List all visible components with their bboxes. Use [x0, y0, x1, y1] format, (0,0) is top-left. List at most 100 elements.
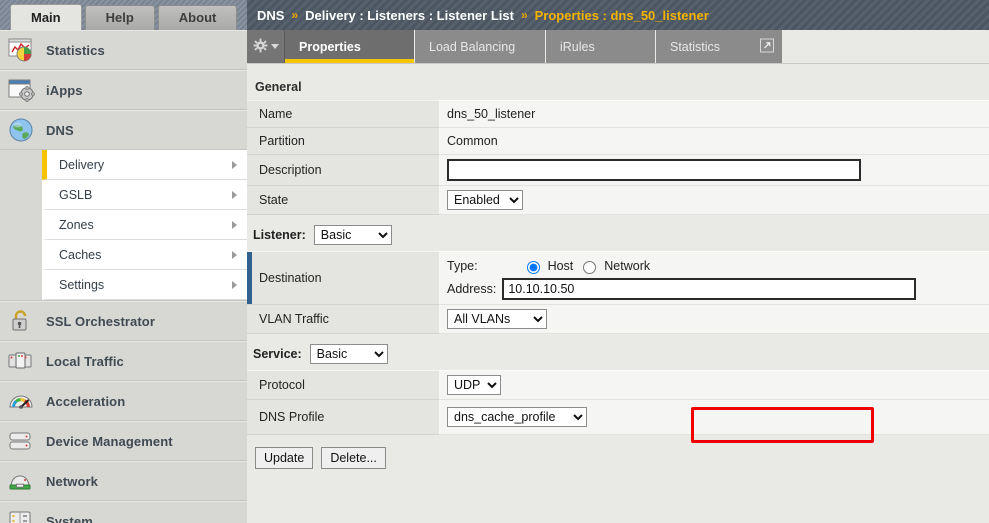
sidebar-item-label: Acceleration: [46, 394, 125, 409]
dns-profile-select[interactable]: dns_cache_profile: [447, 407, 587, 427]
row-label: Description: [247, 155, 439, 186]
sidebar-item-label: Device Management: [46, 434, 173, 449]
vlan-traffic-select[interactable]: All VLANs: [447, 309, 547, 329]
sidebar-item-local-traffic[interactable]: Local Traffic: [0, 341, 247, 381]
sidebar-item-statistics[interactable]: Statistics: [0, 30, 247, 70]
network-device-icon: [8, 468, 38, 494]
sidebar-item-acceleration[interactable]: Acceleration: [0, 381, 247, 421]
state-select[interactable]: Enabled: [447, 190, 523, 210]
service-mode-row: Service: Basic: [247, 334, 989, 370]
sidebar-item-label: Local Traffic: [46, 354, 124, 369]
row-label-text: Destination: [259, 271, 322, 285]
chevron-right-icon: [232, 191, 237, 199]
submenu-item-label: GSLB: [59, 188, 92, 202]
service-mode-select[interactable]: Basic: [310, 344, 388, 364]
tab-irules[interactable]: iRules: [546, 30, 656, 63]
action-button-row: Update Delete...: [247, 435, 989, 469]
tab-label: Properties: [299, 40, 361, 54]
destination-type-label: Type:: [447, 259, 478, 273]
submenu-item-caches[interactable]: Caches: [42, 240, 247, 270]
breadcrumb-root[interactable]: DNS: [257, 8, 284, 23]
tab-menu-gear-button[interactable]: [247, 30, 285, 63]
sidebar-item-device-management[interactable]: Device Management: [0, 421, 247, 461]
submenu-item-label: Zones: [59, 218, 94, 232]
table-row: Destination Type: Host Network Address: [247, 252, 989, 305]
description-input[interactable]: [447, 159, 861, 181]
breadcrumb-middle[interactable]: Delivery : Listeners : Listener List: [305, 8, 514, 23]
table-row: Description: [247, 155, 989, 186]
general-table: Name dns_50_listener Partition Common De…: [247, 100, 989, 215]
tab-label: iRules: [560, 40, 595, 54]
listener-table: Destination Type: Host Network Address: [247, 251, 989, 334]
servers-icon: [8, 348, 38, 374]
window-tab-main[interactable]: Main: [10, 4, 82, 30]
row-label: Name: [247, 101, 439, 128]
row-accent-bar: [247, 252, 252, 304]
protocol-select[interactable]: UDP: [447, 375, 501, 395]
service-table: Protocol UDP DNS Profile dns_cache_profi…: [247, 370, 989, 435]
chevron-right-icon: [232, 221, 237, 229]
destination-type-network-label: Network: [604, 259, 650, 273]
listener-mode-select[interactable]: Basic: [314, 225, 392, 245]
stacked-server-icon: [8, 428, 38, 454]
row-label: Protocol: [247, 371, 439, 400]
system-panel-icon: [8, 508, 38, 523]
row-value-name: dns_50_listener: [439, 101, 989, 128]
sidebar-item-network[interactable]: Network: [0, 461, 247, 501]
listener-mode-label: Listener:: [253, 228, 306, 242]
destination-type-host-radio[interactable]: [527, 261, 540, 274]
sidebar-item-label: SSL Orchestrator: [46, 314, 155, 329]
tab-statistics[interactable]: Statistics: [656, 30, 783, 63]
sidebar-item-ssl-orchestrator[interactable]: SSL Orchestrator: [0, 301, 247, 341]
content-tab-bar: Properties Load Balancing iRules Statist…: [247, 30, 989, 64]
window-tab-help[interactable]: Help: [85, 5, 155, 30]
tab-load-balancing[interactable]: Load Balancing: [415, 30, 546, 63]
destination-type-network-radio[interactable]: [583, 261, 596, 274]
window-tab-about[interactable]: About: [158, 5, 238, 30]
submenu-item-zones[interactable]: Zones: [42, 210, 247, 240]
submenu-item-settings[interactable]: Settings: [42, 270, 247, 300]
main-panel: DNS » Delivery : Listeners : Listener Li…: [247, 0, 989, 523]
sidebar-nav: Statistics iApps: [0, 30, 247, 523]
submenu-item-delivery[interactable]: Delivery: [42, 150, 247, 180]
statistics-chart-icon: [8, 37, 38, 63]
row-value-partition: Common: [439, 128, 989, 155]
table-row: DNS Profile dns_cache_profile: [247, 400, 989, 435]
delete-button[interactable]: Delete...: [321, 447, 386, 469]
tab-label: Statistics: [670, 40, 720, 54]
external-link-icon[interactable]: [760, 38, 774, 55]
row-value-destination: Type: Host Network Address:: [439, 252, 989, 305]
destination-address-row: Address:: [447, 275, 989, 300]
properties-content: General Name dns_50_listener Partition C…: [247, 64, 989, 523]
table-row: Protocol UDP: [247, 371, 989, 400]
gear-icon: [253, 38, 268, 56]
tab-label: Load Balancing: [429, 40, 515, 54]
general-section-title: General: [247, 64, 989, 100]
padlock-icon: [8, 308, 38, 334]
table-row: State Enabled: [247, 186, 989, 215]
sidebar-item-iapps[interactable]: iApps: [0, 70, 247, 110]
submenu-item-gslb[interactable]: GSLB: [42, 180, 247, 210]
row-label-destination: Destination: [247, 252, 439, 305]
app-window: Main Help About Statistics: [0, 0, 989, 523]
destination-type-row: Type: Host Network: [447, 256, 989, 275]
breadcrumb-separator-icon: »: [521, 8, 528, 22]
table-row: Partition Common: [247, 128, 989, 155]
destination-type-host-label: Host: [548, 259, 574, 273]
row-label: State: [247, 186, 439, 215]
window-tab-bar: Main Help About: [0, 0, 247, 30]
breadcrumb: DNS » Delivery : Listeners : Listener Li…: [247, 0, 989, 30]
row-value-vlan: All VLANs: [439, 305, 989, 334]
submenu-item-label: Delivery: [59, 158, 104, 172]
dns-globe-icon: [8, 117, 38, 143]
row-value-protocol: UDP: [439, 371, 989, 400]
update-button[interactable]: Update: [255, 447, 313, 469]
sidebar-item-label: System: [46, 514, 93, 523]
sidebar-item-system[interactable]: System: [0, 501, 247, 523]
chevron-right-icon: [232, 251, 237, 259]
row-value-state: Enabled: [439, 186, 989, 215]
sidebar-item-dns[interactable]: DNS: [0, 110, 247, 150]
row-label: VLAN Traffic: [247, 305, 439, 334]
tab-properties[interactable]: Properties: [285, 30, 415, 63]
destination-address-input[interactable]: [502, 278, 916, 300]
